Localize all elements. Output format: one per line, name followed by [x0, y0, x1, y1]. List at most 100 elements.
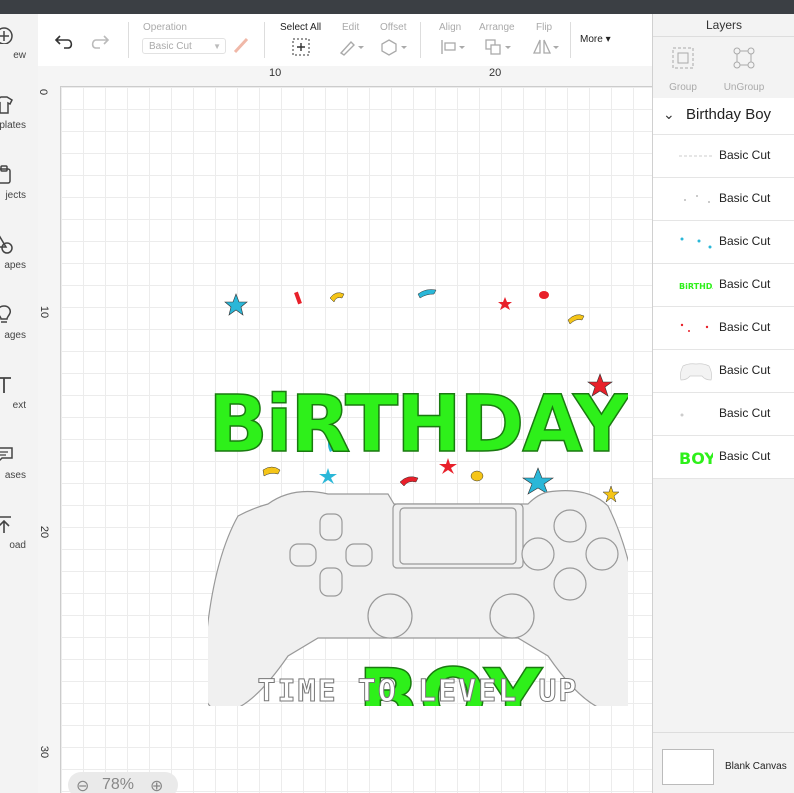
layer-item-label: Basic Cut	[719, 320, 771, 334]
sidebar-item-label: apes	[4, 260, 26, 271]
layer-thumbnail	[680, 323, 709, 332]
left-sidebar: ew plates jects apes ages ext ases oad	[0, 14, 39, 793]
flip-label: Flip	[536, 22, 553, 33]
group-button[interactable]: Group	[653, 42, 713, 93]
ungroup-label: UnGroup	[723, 82, 765, 93]
edit-label: Edit	[342, 22, 360, 33]
flip-icon[interactable]	[532, 38, 562, 56]
layer-item[interactable]: Basic Cut	[653, 350, 794, 393]
sidebar-item-label: ages	[4, 330, 26, 341]
offset-label: Offset	[380, 22, 407, 33]
top-toolbar: Operation Basic Cut ▼ Select All Edit Of…	[38, 14, 652, 67]
redo-icon[interactable]	[90, 32, 112, 50]
sidebar-item-label: ext	[12, 400, 26, 411]
layer-thumbnail	[679, 155, 713, 157]
toolbar-divider	[128, 22, 129, 58]
layers-panel: Layers Group UnGroup ⌄ Birthday Boy Basi…	[652, 14, 794, 793]
shapes-icon	[0, 235, 13, 254]
design-title-top: BiRTHDAY	[208, 380, 628, 470]
zoom-out-button[interactable]: ⊖	[76, 776, 89, 793]
design-tagline: TIME TO LEVEL UP	[257, 674, 579, 710]
group-icon	[672, 47, 694, 69]
layer-item-label: Basic Cut	[719, 363, 771, 377]
layer-item[interactable]: Basic Cut	[653, 135, 794, 178]
undo-icon[interactable]	[54, 32, 76, 50]
layer-item[interactable]: Basic Cut	[653, 221, 794, 264]
blank-canvas-label: Blank Canvas	[725, 761, 787, 772]
layer-item[interactable]: Basic Cut	[653, 178, 794, 221]
layer-item-label: Basic Cut	[719, 277, 771, 291]
layer-group-name: Birthday Boy	[686, 106, 772, 123]
sidebar-item-templates[interactable]: plates	[0, 94, 38, 154]
layer-item[interactable]: BOY Basic Cut	[653, 436, 794, 479]
birthday-boy-design[interactable]: BiRTHDAY BOY	[208, 286, 628, 706]
layer-item-label: Basic Cut	[719, 234, 771, 248]
sidebar-item-new[interactable]: ew	[0, 24, 38, 84]
layer-list: ⌄ Birthday Boy Basic Cut Basic Cut Basic…	[653, 98, 794, 479]
layer-thumbnail	[684, 195, 710, 203]
more-button[interactable]: More ▾	[580, 34, 611, 45]
layer-item-label: Basic Cut	[719, 148, 771, 162]
layer-item[interactable]: BiRTHDAY Basic Cut	[653, 264, 794, 307]
toolbar-divider	[264, 22, 265, 58]
layer-group-row[interactable]: ⌄ Birthday Boy	[653, 98, 794, 135]
layer-item-label: Basic Cut	[719, 191, 771, 205]
layer-item[interactable]: Basic Cut	[653, 307, 794, 350]
window-top-bar	[0, 0, 794, 14]
chevron-down-icon: ▼	[213, 42, 221, 51]
design-canvas[interactable]: 10 20 0 10 20 30 BiRTHDAY BOY TIME TO LE…	[38, 66, 652, 793]
speech-bubble-icon	[0, 447, 13, 462]
sidebar-item-shapes[interactable]: apes	[0, 234, 38, 294]
toolbar-divider	[420, 22, 421, 58]
operation-select[interactable]: Basic Cut ▼	[142, 38, 226, 54]
zoom-control: ⊖ 78% ⊕	[68, 772, 178, 793]
sidebar-item-label: ew	[13, 50, 26, 61]
select-all-icon[interactable]	[292, 38, 310, 56]
caret-down-icon: ▾	[605, 34, 611, 45]
chevron-down-icon[interactable]: ⌄	[663, 106, 675, 123]
ungroup-icon	[733, 47, 755, 69]
ungroup-button[interactable]: UnGroup	[713, 42, 775, 93]
sidebar-item-upload[interactable]: oad	[0, 514, 38, 574]
sidebar-item-label: plates	[0, 120, 26, 131]
align-label: Align	[439, 22, 462, 33]
edit-icon[interactable]	[338, 38, 366, 56]
ruler-tick-label: 0	[38, 88, 50, 96]
sidebar-item-phrases[interactable]: ases	[0, 444, 38, 504]
ruler-horizontal: 10 20	[60, 66, 652, 87]
text-icon	[0, 377, 11, 393]
upload-icon	[0, 516, 11, 533]
blank-canvas-row[interactable]: Blank Canvas	[653, 732, 794, 793]
more-label: More	[580, 34, 603, 45]
ruler-tick-label: 20	[38, 525, 51, 539]
arrange-icon[interactable]	[484, 38, 514, 56]
layer-thumbnail	[680, 237, 712, 249]
blank-canvas-swatch[interactable]	[662, 749, 714, 785]
layer-thumbnail	[679, 363, 713, 381]
zoom-value: 78%	[102, 776, 135, 793]
align-icon[interactable]	[440, 38, 468, 56]
ruler-tick-label: 10	[38, 305, 51, 319]
pen-color-icon[interactable]	[232, 36, 250, 54]
sidebar-item-label: jects	[5, 190, 26, 201]
sidebar-item-label: ases	[4, 470, 26, 481]
layer-item-label: Basic Cut	[719, 449, 771, 463]
layers-title: Layers	[653, 14, 794, 37]
sidebar-item-projects[interactable]: jects	[0, 164, 38, 224]
operation-value: Basic Cut	[149, 41, 192, 52]
select-all-label: Select All	[280, 22, 322, 33]
plus-circle-icon	[0, 27, 13, 44]
layer-thumbnail-text: BiRTHDAY	[679, 282, 713, 291]
offset-icon[interactable]	[379, 38, 409, 56]
sidebar-item-images[interactable]: ages	[0, 304, 38, 364]
sidebar-item-text[interactable]: ext	[0, 374, 38, 434]
layer-item[interactable]: Basic Cut	[653, 393, 794, 436]
zoom-in-button[interactable]: ⊕	[150, 776, 163, 793]
arrange-label: Arrange	[479, 22, 515, 33]
layer-item-label: Basic Cut	[719, 406, 771, 420]
group-label: Group	[669, 82, 697, 93]
shirt-icon	[0, 96, 13, 114]
toolbar-divider	[570, 22, 571, 58]
layer-thumbnail-text: BOY	[679, 449, 713, 468]
ruler-vertical: 0 10 20 30	[38, 86, 61, 793]
